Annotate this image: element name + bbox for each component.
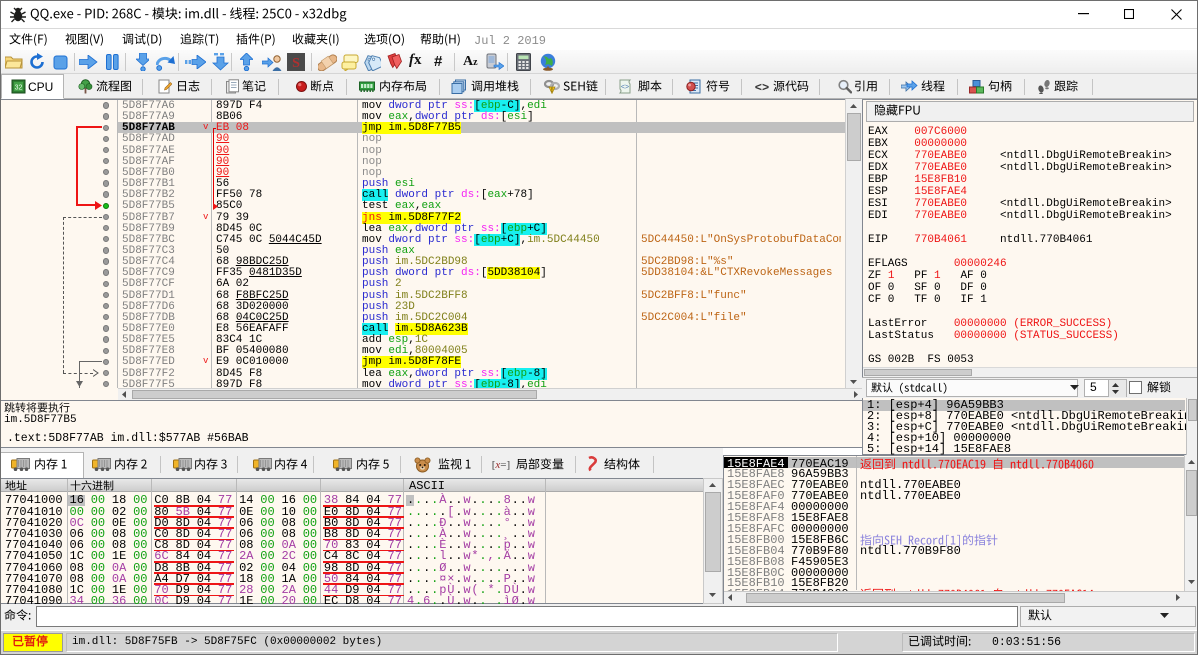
svg-text:32: 32 [15, 85, 23, 92]
svg-text:<>: <> [755, 81, 769, 93]
svg-text:S: S [292, 56, 300, 71]
svg-text:<>: <> [621, 84, 629, 91]
